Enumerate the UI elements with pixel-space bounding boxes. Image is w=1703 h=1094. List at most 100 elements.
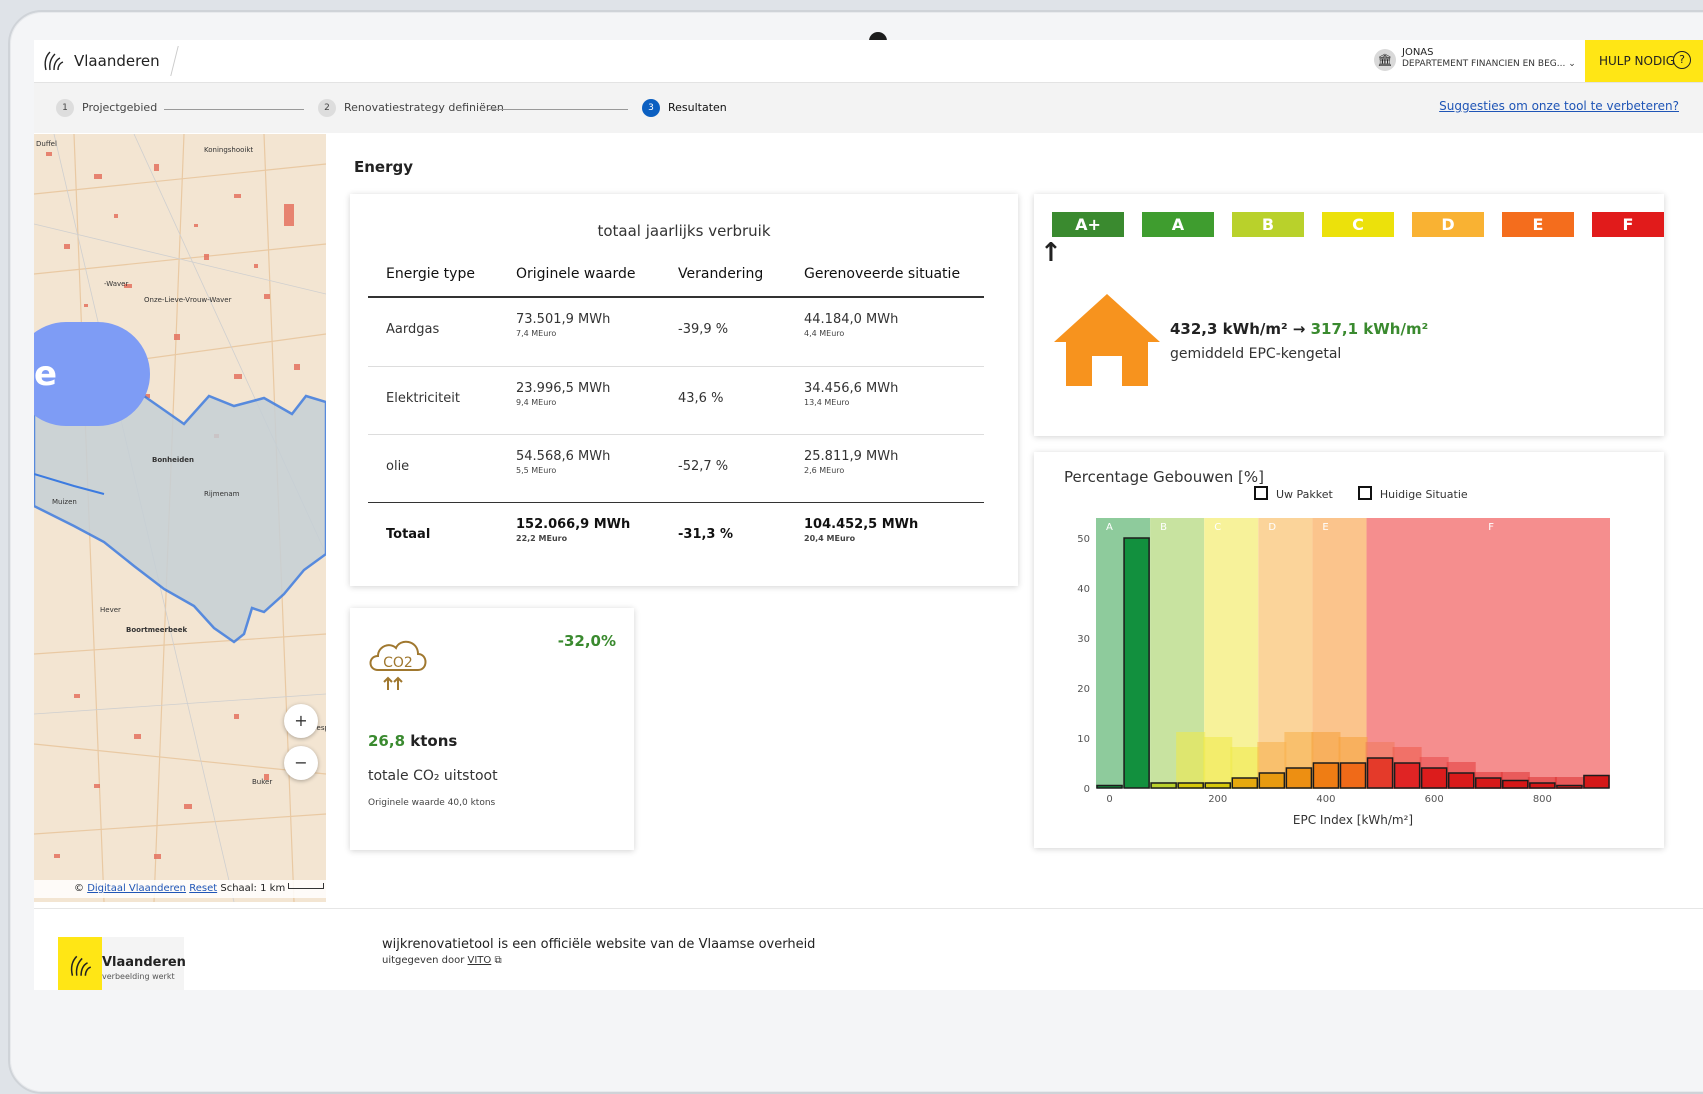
place-boortmeerbeek: Boortmeerbeek xyxy=(126,626,187,634)
map-canvas[interactable]: Duffel Koningshooikt Onze-Lieve-Vrouw-Wa… xyxy=(34,134,326,902)
original-value: 23.996,5 MWh 9,4 MEuro xyxy=(516,381,611,407)
original-value: 152.066,9 MWh 22,2 MEuro xyxy=(516,517,631,543)
footer-official-text: wijkrenovatietool is een officiële websi… xyxy=(382,937,816,952)
band-label: A xyxy=(1106,522,1113,533)
col-header-renovated: Gerenoveerde situatie xyxy=(804,266,961,282)
user-name: JONAS xyxy=(1402,47,1434,58)
epc-chart-card: Percentage Gebouwen [%] Uw Pakket Huidig… xyxy=(1034,452,1664,848)
renovated-value: 44.184,0 MWh 4,4 MEuro xyxy=(804,312,899,338)
footer-logo[interactable]: Vlaanderen verbeelding werkt xyxy=(58,937,186,990)
bank-icon: 🏛 xyxy=(1374,49,1396,71)
change-value: -52,7 % xyxy=(678,459,729,474)
bar-pakket xyxy=(1123,537,1150,789)
question-circle-icon: ? xyxy=(1673,51,1691,69)
original-value: 54.568,6 MWh 5,5 MEuro xyxy=(516,449,611,475)
bar-pakket xyxy=(1258,772,1286,789)
table-row: Aardgas 73.501,9 MWh 7,4 MEuro -39,9 % 44… xyxy=(368,298,984,362)
step-number: 3 xyxy=(642,99,660,117)
place-buker: Buker xyxy=(252,778,272,786)
step-resultaten[interactable]: 3 Resultaten xyxy=(642,99,727,117)
brand-name[interactable]: Vlaanderen xyxy=(74,52,160,70)
step-connector xyxy=(164,109,304,110)
bar-pakket xyxy=(1312,762,1340,789)
place-waver: -Waver xyxy=(104,280,128,288)
place-muizen: Muizen xyxy=(52,498,77,506)
co2-card: CO2 -32,0% 26,8 ktons totale CO₂ uitstoo… xyxy=(350,608,634,850)
renovated-value: 34.456,6 MWh 13,4 MEuro xyxy=(804,381,899,407)
flanders-lion-icon xyxy=(70,955,92,976)
co2-cloud-icon: CO2 xyxy=(369,640,427,690)
bar-huidige xyxy=(1176,732,1206,789)
energy-type: Aardgas xyxy=(386,322,440,337)
x-tick-label: 800 xyxy=(1533,794,1552,805)
map-panel[interactable]: Duffel Koningshooikt Onze-Lieve-Vrouw-Wa… xyxy=(34,134,326,902)
x-tick-label: 600 xyxy=(1425,794,1444,805)
bar-pakket xyxy=(1583,774,1610,789)
bar-pakket xyxy=(1529,782,1556,789)
table-row-total: Totaal 152.066,9 MWh 22,2 MEuro -31,3 % 1… xyxy=(368,502,984,567)
place-olv-waver: Onze-Lieve-Vrouw-Waver xyxy=(144,296,232,304)
map-reset-link[interactable]: Reset xyxy=(189,883,217,894)
epc-caption: gemiddeld EPC-kengetal xyxy=(1170,346,1342,362)
bar-pakket xyxy=(1366,757,1394,789)
chevron-down-icon: ⌄ xyxy=(1568,59,1576,69)
house-icon xyxy=(1054,294,1160,386)
external-link-icon: ⧉ xyxy=(494,955,502,966)
flanders-lion-icon[interactable] xyxy=(40,48,66,74)
zoom-out-button[interactable]: − xyxy=(284,746,318,780)
user-department: DEPARTEMENT FINANCIEN EN BEG... ⌄ xyxy=(1402,59,1576,69)
map-attribution: © Digitaal Vlaanderen Reset Schaal: 1 km xyxy=(34,880,326,898)
y-tick-label: 20 xyxy=(1077,684,1090,695)
consumption-card: totaal jaarlijks verbruik Energie type O… xyxy=(350,194,1018,586)
epc-label-c: C xyxy=(1322,212,1394,237)
page-footer: Vlaanderen verbeelding werkt wijkrenovat… xyxy=(34,908,1703,990)
vito-link[interactable]: VITO xyxy=(468,955,492,966)
y-tick-label: 30 xyxy=(1077,634,1090,645)
map-scale: Schaal: 1 km xyxy=(220,883,286,894)
table-row: Elektriciteit 23.996,5 MWh 9,4 MEuro 43,6… xyxy=(368,366,984,431)
co2-icon-text: CO2 xyxy=(383,655,413,671)
brand-divider xyxy=(158,46,179,76)
co2-original: Originele waarde 40,0 ktons xyxy=(368,798,496,808)
place-koningshooikt: Koningshooikt xyxy=(204,146,253,154)
epc-label-d: D xyxy=(1412,212,1484,237)
copyright-symbol: © xyxy=(74,883,84,894)
side-tab-bubble[interactable]: e xyxy=(34,322,150,426)
help-label: HULP NODIG xyxy=(1599,54,1676,68)
co2-label: totale CO₂ uitstoot xyxy=(368,768,498,784)
step-label: Resultaten xyxy=(668,101,727,114)
step-projectgebied[interactable]: 1 Projectgebied xyxy=(56,99,157,117)
y-tick-label: 10 xyxy=(1077,734,1090,745)
epc-label-a: A xyxy=(1142,212,1214,237)
x-axis-label: EPC Index [kWh/m²] xyxy=(1293,813,1413,827)
energy-type: Totaal xyxy=(386,527,431,542)
place-duffel: Duffel xyxy=(36,140,57,148)
x-tick-label: 0 xyxy=(1106,794,1112,805)
step-label: Renovatiestrategy definiëren xyxy=(344,101,504,114)
col-header-change: Verandering xyxy=(678,266,764,282)
change-value: 43,6 % xyxy=(678,391,724,406)
bar-pakket xyxy=(1420,767,1448,789)
step-renovatiestrategy[interactable]: 2 Renovatiestrategy definiëren xyxy=(318,99,504,117)
place-bonheiden: Bonheiden xyxy=(152,456,194,464)
top-header: Vlaanderen 🏛 JONAS DEPARTEMENT FINANCIEN… xyxy=(34,40,1703,83)
footer-publisher: uitgegeven door VITO ⧉ xyxy=(382,955,502,966)
step-number: 2 xyxy=(318,99,336,117)
col-header-original: Originele waarde xyxy=(516,266,636,282)
attribution-link[interactable]: Digitaal Vlaanderen xyxy=(87,883,186,894)
zoom-in-button[interactable]: + xyxy=(284,704,318,738)
place-rijmenam: Rijmenam xyxy=(204,490,240,498)
energy-type: olie xyxy=(386,459,410,474)
energy-type: Elektriciteit xyxy=(386,391,460,406)
x-tick-label: 400 xyxy=(1316,794,1335,805)
suggestions-link[interactable]: Suggesties om onze tool te verbeteren? xyxy=(1439,99,1679,113)
y-tick-label: 0 xyxy=(1084,784,1090,795)
band-label: D xyxy=(1268,522,1276,533)
epc-label-e: E xyxy=(1502,212,1574,237)
footer-brand: Vlaanderen xyxy=(102,955,186,970)
epc-label-f: F xyxy=(1592,212,1664,237)
help-button[interactable]: HULP NODIG ? xyxy=(1585,40,1703,82)
place-hever: Hever xyxy=(100,606,121,614)
step-connector xyxy=(488,109,628,110)
arrow-right-icon: → xyxy=(1292,320,1306,338)
